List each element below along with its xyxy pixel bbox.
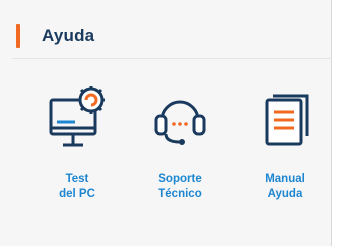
panel-title: Ayuda [42,26,95,45]
tile-label: Test del PC [59,173,95,200]
header-divider [12,58,332,59]
accent-bar [16,24,20,48]
monitor-gear-icon [37,86,117,156]
test-pc-button[interactable]: Test del PC [37,86,117,216]
tile-label: Soporte Técnico [158,173,202,200]
document-manual-icon [245,86,325,156]
help-panel: Ayuda Test del PC Soporte Técnico Manual… [0,0,332,246]
panel-header: Ayuda [0,14,332,52]
tile-label: Manual Ayuda [265,173,305,200]
help-manual-button[interactable]: Manual Ayuda [245,86,325,216]
tech-support-button[interactable]: Soporte Técnico [140,86,220,216]
headset-icon [140,86,220,156]
